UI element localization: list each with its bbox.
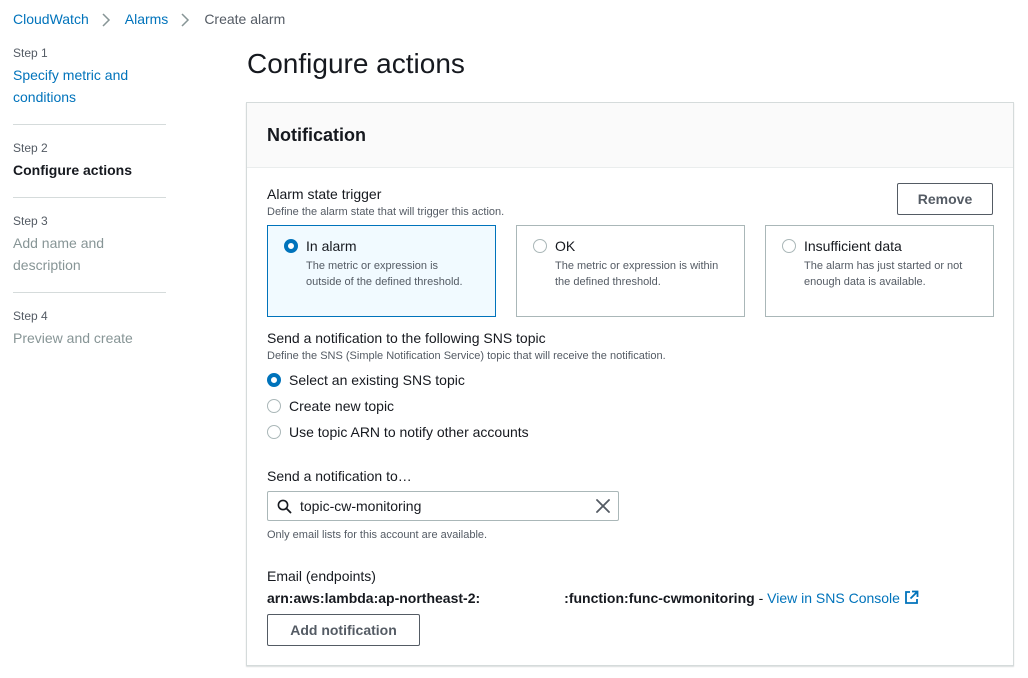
step-1: Step 1 Specify metric and conditions (13, 46, 166, 125)
redacted-account-id (480, 593, 565, 606)
tile-title: In alarm (306, 238, 357, 254)
option-label: Use topic ARN to notify other accounts (289, 424, 529, 440)
endpoint-separator: - (754, 590, 768, 606)
step-current-configure-actions: Configure actions (13, 162, 133, 178)
tile-ok[interactable]: OK The metric or expression is within th… (516, 225, 745, 317)
step-4: Step 4 Preview and create (13, 309, 166, 365)
add-notification-button[interactable]: Add notification (267, 614, 420, 646)
endpoint-row: arn:aws:lambda:ap-northeast-2: :function:… (267, 590, 919, 608)
remove-button[interactable]: Remove (897, 183, 993, 215)
search-value: topic-cw-monitoring (300, 498, 422, 514)
tile-desc: The metric or expression is within the d… (555, 260, 719, 288)
breadcrumb-current: Create alarm (204, 11, 286, 27)
tile-desc: The alarm has just started or not enough… (804, 260, 963, 288)
view-in-sns-console-link[interactable]: View in SNS Console (767, 590, 900, 606)
tile-title: Insufficient data (804, 238, 902, 254)
radio-existing-topic[interactable] (267, 373, 281, 387)
radio-insufficient-data[interactable] (782, 239, 796, 253)
step-3: Step 3 Add name and description (13, 214, 166, 293)
tile-in-alarm[interactable]: In alarm The metric or expression is out… (267, 225, 496, 317)
step-2: Step 2 Configure actions (13, 141, 166, 198)
alarm-state-trigger-desc: Define the alarm state that will trigger… (267, 206, 505, 218)
chevron-right-icon (101, 12, 113, 27)
radio-in-alarm[interactable] (284, 239, 298, 253)
external-link-icon[interactable] (904, 590, 919, 608)
option-label: Select an existing SNS topic (289, 372, 465, 388)
breadcrumb-cloudwatch[interactable]: CloudWatch (13, 11, 89, 27)
send-to-hint: Only email lists for this account are av… (267, 529, 488, 541)
panel-header: Notification (247, 103, 1013, 168)
tile-desc: The metric or expression is outside of t… (306, 260, 463, 288)
step-number: Step 2 (13, 141, 48, 155)
wizard-steps: Step 1 Specify metric and conditions Ste… (13, 46, 166, 381)
option-topic-arn[interactable]: Use topic ARN to notify other accounts (267, 422, 529, 442)
option-label: Create new topic (289, 398, 395, 414)
chevron-right-icon (180, 12, 192, 27)
radio-new-topic[interactable] (267, 399, 281, 413)
step-number: Step 3 (13, 214, 48, 228)
sns-topic-desc: Define the SNS (Simple Notification Serv… (267, 350, 666, 362)
arn-suffix: :function:func-cwmonitoring (564, 590, 755, 606)
option-new-topic[interactable]: Create new topic (267, 396, 394, 416)
step-number: Step 1 (13, 46, 48, 60)
tile-title: OK (555, 238, 576, 254)
tile-insufficient-data[interactable]: Insufficient data The alarm has just sta… (765, 225, 994, 317)
breadcrumb-alarms[interactable]: Alarms (125, 11, 169, 27)
arn-prefix: arn:aws:lambda:ap-northeast-2: (267, 590, 481, 606)
radio-topic-arn[interactable] (267, 425, 281, 439)
send-to-label: Send a notification to… (267, 468, 412, 484)
clear-icon[interactable] (595, 498, 611, 519)
step-link-specify-metric[interactable]: Specify metric and conditions (13, 64, 166, 108)
step-preview: Preview and create (13, 330, 133, 346)
panel-heading: Notification (267, 125, 366, 145)
alarm-state-trigger-label: Alarm state trigger (267, 186, 382, 202)
breadcrumb: CloudWatch Alarms Create alarm (13, 11, 285, 27)
step-number: Step 4 (13, 309, 48, 323)
email-endpoints-label: Email (endpoints) (267, 568, 376, 584)
notification-panel: Notification Alarm state trigger Define … (246, 102, 1014, 666)
search-icon (277, 499, 292, 519)
step-add-name: Add name and description (13, 235, 105, 273)
topic-search-input[interactable]: topic-cw-monitoring (267, 491, 619, 521)
radio-ok[interactable] (533, 239, 547, 253)
option-existing-topic[interactable]: Select an existing SNS topic (267, 370, 465, 390)
page-title: Configure actions (247, 48, 465, 79)
sns-topic-label: Send a notification to the following SNS… (267, 330, 546, 346)
